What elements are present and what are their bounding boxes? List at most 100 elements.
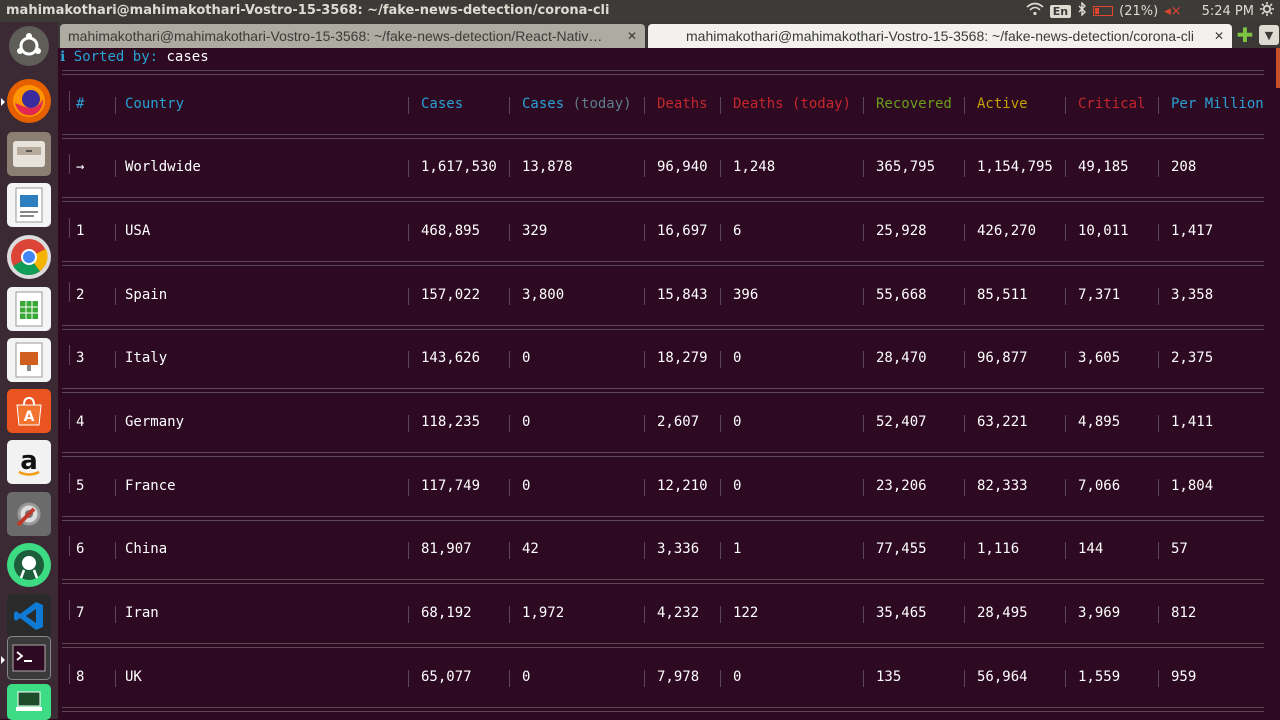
- column-separator: [644, 542, 645, 559]
- tab-menu-chevron-down-icon[interactable]: ▼: [1259, 25, 1279, 45]
- cell-recovered: 25,928: [876, 223, 927, 239]
- cell-num: 3: [76, 350, 85, 366]
- terminal-icon[interactable]: [7, 636, 51, 680]
- column-separator: [1158, 288, 1159, 305]
- close-icon[interactable]: ✕: [627, 29, 637, 43]
- table-border: [69, 91, 70, 111]
- column-separator: [720, 415, 721, 432]
- column-separator: [1158, 351, 1159, 368]
- writer-icon[interactable]: [7, 183, 51, 227]
- cell-critical: 7,066: [1078, 478, 1121, 494]
- header-cases: Cases: [421, 96, 464, 112]
- cell-num: 5: [76, 478, 85, 494]
- column-separator: [964, 479, 965, 496]
- new-tab-plus-icon[interactable]: ✚: [1235, 23, 1255, 47]
- table-border: [69, 536, 70, 556]
- power-gear-icon[interactable]: [1260, 2, 1274, 20]
- cell-per-million: 57: [1171, 541, 1188, 557]
- cell-critical: 10,011: [1078, 223, 1129, 239]
- bluetooth-icon[interactable]: [1077, 1, 1087, 20]
- column-separator: [644, 606, 645, 623]
- battery-icon[interactable]: [1093, 6, 1114, 16]
- android-studio-icon[interactable]: [7, 543, 51, 587]
- cell-deaths: 18,279: [657, 350, 708, 366]
- cell-active: 1,116: [977, 541, 1020, 557]
- vscode-icon[interactable]: [7, 594, 51, 638]
- cell-cases: 468,895: [421, 223, 481, 239]
- close-icon[interactable]: ✕: [1214, 29, 1224, 43]
- impress-icon[interactable]: [7, 338, 51, 382]
- wifi-icon[interactable]: [1026, 2, 1044, 20]
- column-separator: [509, 606, 510, 623]
- column-separator: [644, 415, 645, 432]
- cell-cases-today: 0: [522, 414, 531, 430]
- column-separator: [1065, 415, 1066, 432]
- clock[interactable]: 5:24 PM: [1202, 4, 1254, 19]
- cell-num: →: [76, 159, 85, 175]
- cell-recovered: 135: [876, 669, 902, 685]
- calc-icon[interactable]: [7, 287, 51, 331]
- chrome-icon[interactable]: [7, 235, 51, 279]
- table-border: [69, 600, 70, 620]
- sound-muted-icon[interactable]: ◂×: [1164, 4, 1181, 19]
- table-border: [62, 265, 1264, 266]
- firefox-icon[interactable]: [7, 79, 51, 123]
- cell-deaths: 12,210: [657, 478, 708, 494]
- cell-cases-today: 13,878: [522, 159, 573, 175]
- column-separator: [509, 542, 510, 559]
- column-separator: [408, 606, 409, 623]
- amazon-icon[interactable]: a: [7, 440, 51, 484]
- column-separator: [720, 670, 721, 687]
- table-border: [62, 456, 1264, 457]
- cell-active: 63,221: [977, 414, 1028, 430]
- cell-num: 8: [76, 669, 85, 685]
- cell-recovered: 77,455: [876, 541, 927, 557]
- ubuntu-dash-icon[interactable]: [9, 26, 49, 66]
- column-separator: [509, 670, 510, 687]
- system-settings-icon[interactable]: [7, 492, 51, 536]
- column-separator: [408, 351, 409, 368]
- table-border: [62, 583, 1264, 584]
- scrollbar[interactable]: [1276, 48, 1280, 88]
- cell-cases-today: 0: [522, 669, 531, 685]
- column-separator: [863, 542, 864, 559]
- column-separator: [408, 415, 409, 432]
- files-icon[interactable]: [7, 132, 51, 176]
- column-separator: [863, 415, 864, 432]
- terminal-content[interactable]: ℹ Sorted by: cases # Country Cases Cases (t…: [58, 48, 1276, 719]
- table-border: [62, 74, 1264, 75]
- cell-per-million: 1,411: [1171, 414, 1214, 430]
- table-border: [62, 329, 1264, 330]
- cell-deaths-today: 0: [733, 414, 742, 430]
- cell-deaths: 96,940: [657, 159, 708, 175]
- tab-label: mahimakothari@mahimakothari-Vostro-15-35…: [686, 28, 1194, 44]
- cell-per-million: 3,358: [1171, 287, 1214, 303]
- keyboard-layout-indicator[interactable]: En: [1049, 4, 1072, 18]
- column-separator: [964, 670, 965, 687]
- column-separator: [720, 606, 721, 623]
- software-center-icon[interactable]: A: [7, 389, 51, 433]
- column-separator: [644, 224, 645, 241]
- cell-per-million: 1,417: [1171, 223, 1214, 239]
- column-separator: [964, 160, 965, 177]
- column-separator: [509, 97, 510, 114]
- system-tray: En (21%) ◂× 5:24 PM: [1026, 0, 1280, 22]
- tab-corona-cli[interactable]: mahimakothari@mahimakothari-Vostro-15-35…: [648, 24, 1232, 48]
- column-separator: [863, 606, 864, 623]
- column-separator: [1065, 224, 1066, 241]
- column-separator: [1158, 606, 1159, 623]
- cell-country: Germany: [125, 414, 185, 430]
- cell-country: China: [125, 541, 168, 557]
- header-cases-today-suffix: (today): [564, 96, 632, 112]
- cell-deaths-today: 1,248: [733, 159, 776, 175]
- column-separator: [863, 160, 864, 177]
- tab-react-native[interactable]: mahimakothari@mahimakothari-Vostro-15-35…: [60, 24, 645, 48]
- column-separator: [644, 670, 645, 687]
- cell-active: 82,333: [977, 478, 1028, 494]
- cell-per-million: 812: [1171, 605, 1197, 621]
- cell-num: 6: [76, 541, 85, 557]
- table-border: [69, 664, 70, 684]
- vm-icon[interactable]: [7, 684, 51, 720]
- info-icon: ℹ: [60, 49, 66, 65]
- cell-country: France: [125, 478, 176, 494]
